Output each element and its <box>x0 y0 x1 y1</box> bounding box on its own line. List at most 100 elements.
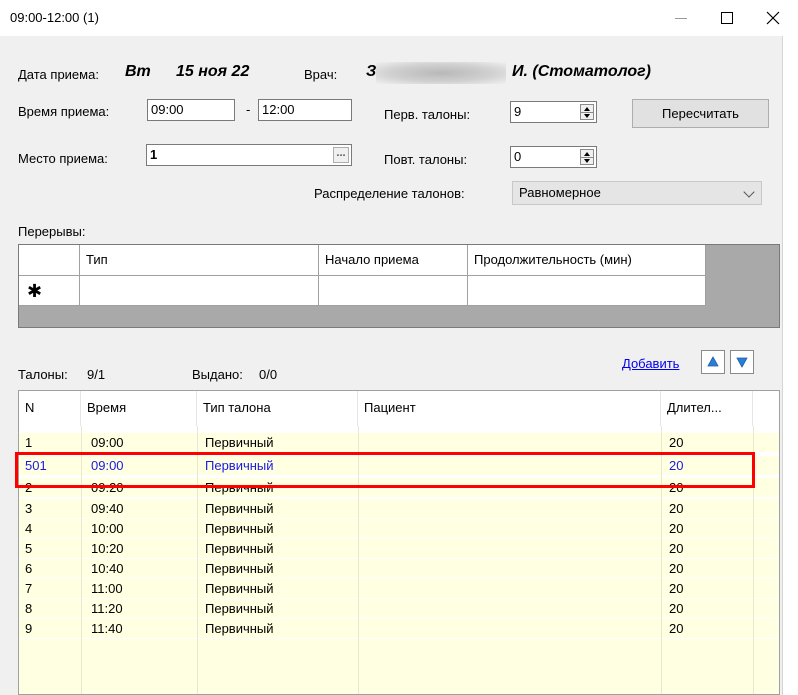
cell-time: 09:40 <box>91 501 124 516</box>
cell-time: 10:40 <box>91 561 124 576</box>
table-row[interactable]: 9 11:40 Первичный 20 <box>19 619 779 638</box>
breaks-row-header-corner <box>19 245 80 276</box>
cell-n: 1 <box>25 435 33 450</box>
place-value: 1 <box>150 147 158 162</box>
day-of-week: Вт <box>125 63 151 80</box>
chevron-down-icon <box>743 186 755 198</box>
cell-type: Первичный <box>205 581 274 596</box>
cell-time: 11:40 <box>91 621 123 636</box>
spin-arrows-icon[interactable] <box>580 104 594 120</box>
date-label: Дата приема: <box>18 67 99 82</box>
issued-label: Выдано: <box>192 367 243 382</box>
repeat-tickets-stepper[interactable]: 0 <box>510 146 597 168</box>
tickets-list[interactable]: N Время Тип талона Пациент Длител... 1 09… <box>18 390 780 695</box>
minimize-button[interactable] <box>658 0 704 36</box>
cell-duration: 20 <box>669 435 684 450</box>
appointment-date: 15 ноя 22 <box>176 63 250 80</box>
cell-n: 9 <box>25 621 33 636</box>
first-tickets-label: Перв. талоны: <box>384 107 471 122</box>
distribution-select[interactable]: Равномерное <box>512 181 762 205</box>
move-down-button[interactable] <box>730 350 754 374</box>
table-row[interactable]: 6 10:40 Первичный 20 <box>19 559 779 578</box>
cell-type: Первичный <box>205 601 274 616</box>
cell-n: 7 <box>25 581 33 596</box>
new-row-marker: ✱ <box>19 276 80 306</box>
first-tickets-value: 9 <box>514 104 522 119</box>
breaks-label: Перерывы: <box>18 224 86 239</box>
cell-n: 3 <box>25 501 33 516</box>
maximize-icon <box>721 12 733 24</box>
table-row[interactable]: 4 10:00 Первичный 20 <box>19 519 779 538</box>
time-to-input[interactable]: 12:00 <box>258 99 352 121</box>
time-separator: - <box>246 102 251 117</box>
tickets-count-label: Талоны: <box>18 367 68 382</box>
maximize-button[interactable] <box>704 0 750 36</box>
table-row[interactable]: 5 10:20 Первичный 20 <box>19 539 779 558</box>
col-n[interactable]: N <box>19 391 81 426</box>
table-row[interactable]: 3 09:40 Первичный 20 <box>19 499 779 518</box>
close-icon <box>766 11 780 25</box>
col-type[interactable]: Тип талона <box>197 391 358 426</box>
cell-n: 4 <box>25 521 33 536</box>
breaks-col-duration[interactable]: Продолжительность (мин) <box>468 245 706 276</box>
distribution-value: Равномерное <box>519 185 601 200</box>
table-row[interactable]: 8 11:20 Первичный 20 <box>19 599 779 618</box>
spin-arrows-icon[interactable] <box>580 149 594 165</box>
cell-type: Первичный <box>205 541 274 556</box>
distribution-label: Распределение талонов: <box>314 186 465 201</box>
first-tickets-stepper[interactable]: 9 <box>510 101 597 123</box>
cell-time: 11:20 <box>91 601 123 616</box>
breaks-col-start[interactable]: Начало приема <box>319 245 468 276</box>
repeat-tickets-value: 0 <box>514 149 522 164</box>
close-button[interactable] <box>750 0 796 36</box>
move-up-button[interactable] <box>701 350 725 374</box>
col-patient[interactable]: Пациент <box>358 391 661 426</box>
col-duration[interactable]: Длител... <box>661 391 753 426</box>
selection-highlight <box>15 452 755 488</box>
browse-button[interactable]: ... <box>333 147 349 163</box>
cell-n: 6 <box>25 561 33 576</box>
cell-duration: 20 <box>669 561 684 576</box>
cell-type: Первичный <box>205 621 274 636</box>
cell-n: 5 <box>25 541 33 556</box>
cell-type: Первичный <box>205 501 274 516</box>
place-input[interactable]: 1 ... <box>146 144 352 166</box>
arrow-down-icon <box>736 357 748 368</box>
col-time[interactable]: Время <box>81 391 197 426</box>
time-label: Время приема: <box>18 104 110 119</box>
cell-duration: 20 <box>669 601 684 616</box>
time-from-input[interactable]: 09:00 <box>147 99 235 121</box>
cell-time: 10:00 <box>91 521 124 536</box>
issued-value: 0/0 <box>259 367 278 382</box>
cell-duration: 20 <box>669 621 684 636</box>
list-empty-area <box>19 639 779 694</box>
new-break-type-cell[interactable] <box>80 276 319 306</box>
cell-type: Первичный <box>205 435 274 450</box>
cell-duration: 20 <box>669 521 684 536</box>
new-break-start-cell[interactable] <box>319 276 468 306</box>
cell-time: 11:00 <box>91 581 123 596</box>
repeat-tickets-label: Повт. талоны: <box>384 152 468 167</box>
tickets-count-value: 9/1 <box>87 367 106 382</box>
breaks-grid[interactable]: Тип Начало приема Продолжительность (мин… <box>18 244 780 328</box>
table-row[interactable]: 7 11:00 Первичный 20 <box>19 579 779 598</box>
cell-time: 10:20 <box>91 541 124 556</box>
cell-n: 8 <box>25 601 33 616</box>
new-break-duration-cell[interactable] <box>468 276 706 306</box>
cell-duration: 20 <box>669 581 684 596</box>
breaks-col-type[interactable]: Тип <box>80 245 319 276</box>
table-row[interactable]: 1 09:00 Первичный 20 <box>19 433 779 452</box>
doctor-name-redaction <box>376 62 506 84</box>
cell-duration: 20 <box>669 541 684 556</box>
doctor-initial: З <box>366 63 377 80</box>
recalculate-button[interactable]: Пересчитать <box>632 99 769 128</box>
title-bar: 09:00-12:00 (1) <box>0 0 798 36</box>
doctor-specialty: И. (Стоматолог) <box>512 63 651 80</box>
minimize-icon <box>675 17 687 19</box>
arrow-up-icon <box>707 356 719 367</box>
cell-type: Первичный <box>205 521 274 536</box>
add-ticket-link[interactable]: Добавить <box>622 356 679 371</box>
right-edge <box>782 36 798 695</box>
cell-type: Первичный <box>205 561 274 576</box>
window-title: 09:00-12:00 (1) <box>10 10 99 25</box>
